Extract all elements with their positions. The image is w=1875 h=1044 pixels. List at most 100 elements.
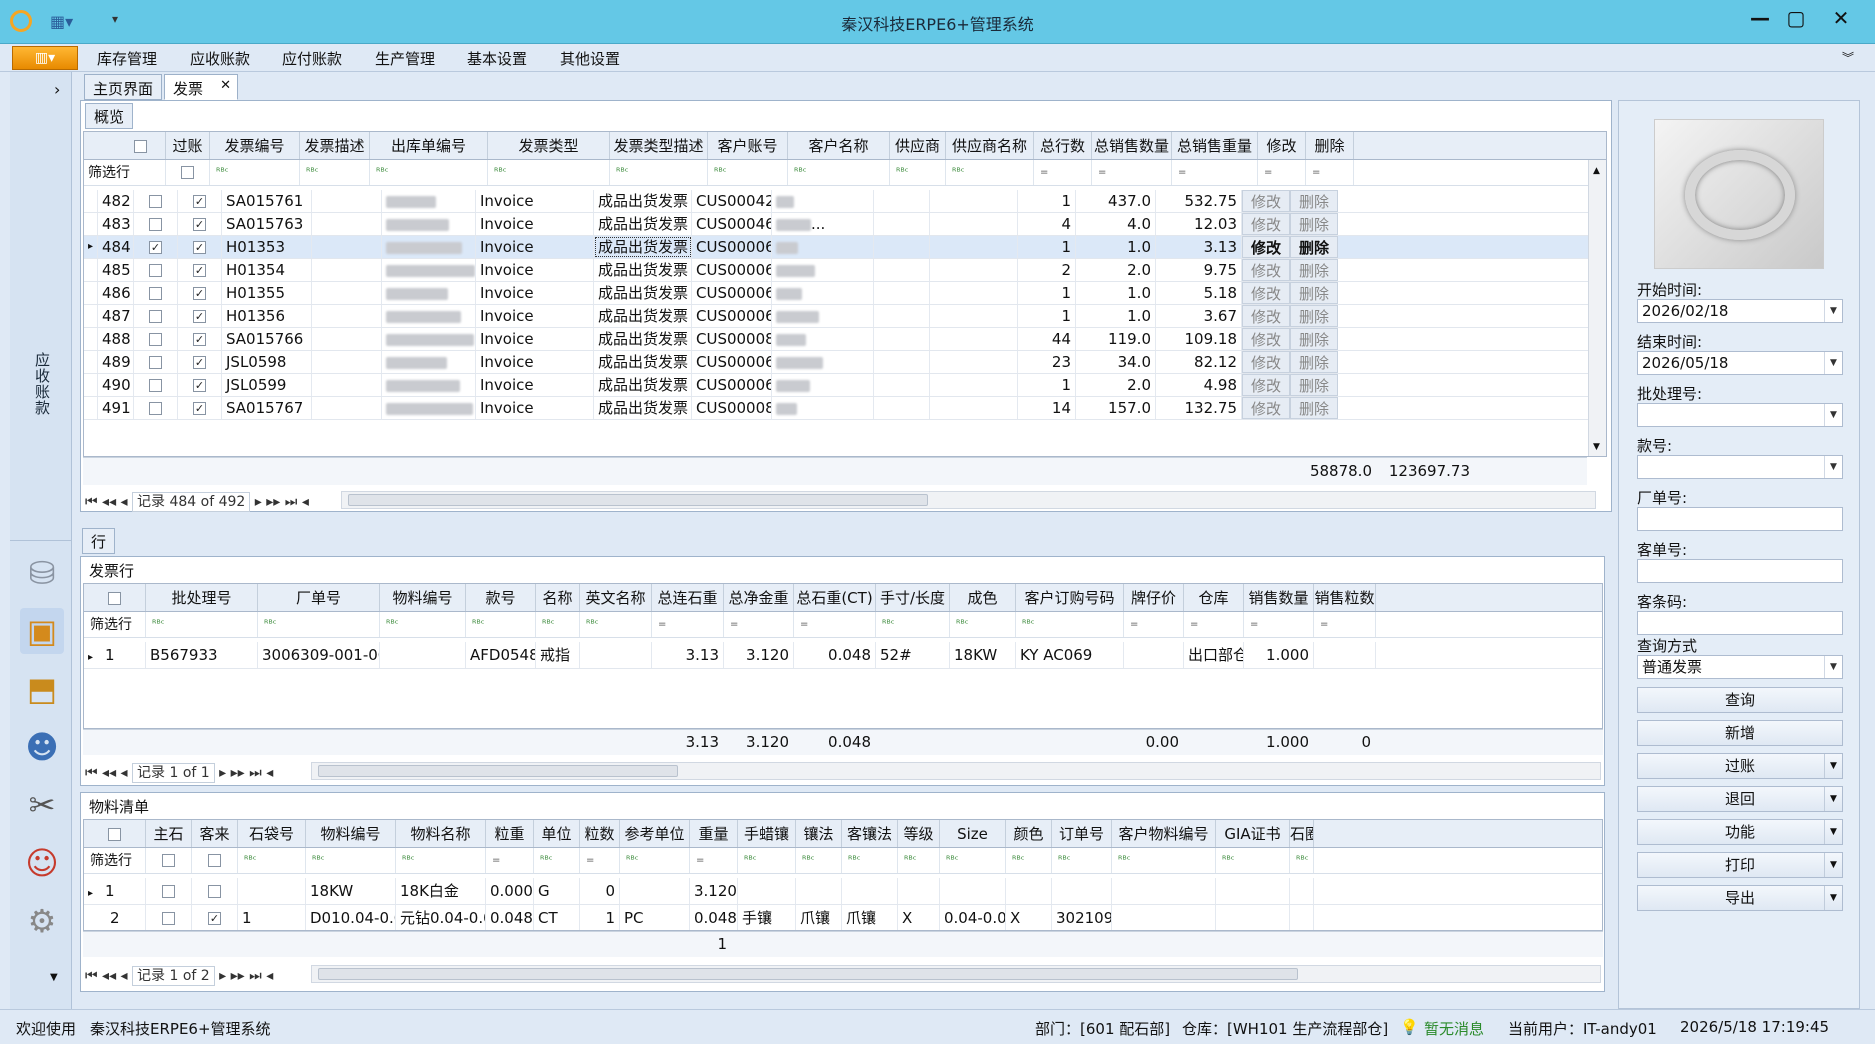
posted-cell[interactable]: ✓	[178, 305, 222, 327]
batch-no-select[interactable]: ▼	[1637, 403, 1843, 427]
customer-supplied-checkbox[interactable]	[208, 885, 221, 898]
posted-cell[interactable]: ✓	[178, 190, 222, 212]
posted-checkbox[interactable]: ✓	[193, 402, 206, 415]
select-all-checkbox[interactable]	[108, 828, 121, 841]
new-button[interactable]: 新增	[1637, 720, 1843, 746]
invoice-lines-navigator[interactable]: ⏮ ◂◂ ◂ 记录 1 of 1 ▸ ▸▸ ⏭ ◂	[85, 762, 273, 783]
tab-home[interactable]: 主页界面	[84, 74, 162, 100]
filter-cell[interactable]: ᴿᴮᶜ	[534, 848, 580, 873]
filter-cell[interactable]: ᴿᴮᶜ	[1216, 848, 1290, 873]
filter-cell[interactable]: =	[652, 612, 724, 637]
select-cell[interactable]	[134, 397, 178, 419]
delete-button[interactable]: 删除	[1290, 236, 1338, 258]
filter-cell[interactable]: =	[1092, 160, 1172, 185]
table-row[interactable]: ▸ 1 18KW 18K白金 0.000 G 0 3.120	[84, 878, 1602, 905]
filter-cell[interactable]: ᴿᴮᶜ	[1052, 848, 1112, 873]
posted-checkbox[interactable]: ✓	[193, 379, 206, 392]
filter-cell[interactable]: =	[1124, 612, 1184, 637]
chevron-down-icon[interactable]: ▼	[1824, 300, 1842, 322]
select-all-checkbox[interactable]	[134, 140, 147, 153]
bom-hscroll[interactable]	[311, 965, 1601, 983]
posted-checkbox[interactable]: ✓	[193, 356, 206, 369]
close-button[interactable]: ✕	[1818, 4, 1864, 34]
filter-cell[interactable]: ᴿᴮᶜ	[300, 160, 370, 185]
filter-cell[interactable]: ᴿᴮᶜ	[708, 160, 788, 185]
table-row[interactable]: ▸484 ✓ ✓ H01353 Invoice成品出货发票CUS000060 11.03.…	[84, 236, 1588, 259]
filter-cell[interactable]: ᴿᴮᶜ	[306, 848, 396, 873]
filter-cell[interactable]: ᴿᴮᶜ	[842, 848, 898, 873]
invoice-lines-filter-row[interactable]: 筛选行 ᴿᴮᶜ ᴿᴮᶜ ᴿᴮᶜ ᴿᴮᶜ ᴿᴮᶜ ᴿᴮᶜ = = = ᴿᴮᶜ ᴿᴮᶜ ᴿᴮᶜ = = = =	[84, 612, 1602, 638]
delete-button[interactable]: 删除	[1290, 328, 1338, 350]
column-header[interactable]	[84, 820, 146, 847]
chevron-down-icon[interactable]: ▼	[1824, 787, 1842, 811]
edit-button[interactable]: 修改	[1242, 282, 1290, 304]
row-select-checkbox[interactable]	[149, 218, 162, 231]
status-message[interactable]: 暂无消息	[1424, 1018, 1484, 1039]
main-stone-checkbox[interactable]	[162, 885, 175, 898]
filter-cell[interactable]: ᴿᴮᶜ	[620, 848, 690, 873]
filter-cell[interactable]: =	[1314, 612, 1376, 637]
filter-cell[interactable]: ᴿᴮᶜ	[466, 612, 536, 637]
users-icon[interactable]: ☺	[20, 840, 64, 886]
export-button[interactable]: 导出 ▼	[1637, 885, 1843, 911]
print-button[interactable]: 打印 ▼	[1637, 852, 1843, 878]
menu-inventory[interactable]: 库存管理	[97, 48, 157, 69]
filter-cell[interactable]: =	[724, 612, 794, 637]
package-icon[interactable]: ▣	[20, 608, 64, 654]
table-row[interactable]: 2✓1D010.04-0.08元钻0.04-0.080.048CT1PC0.04…	[84, 905, 1602, 930]
filter-cell[interactable]: ᴿᴮᶜ	[1006, 848, 1052, 873]
row-select-checkbox[interactable]	[149, 379, 162, 392]
bom-filter-row[interactable]: 筛选行 ᴿᴮᶜ ᴿᴮᶜ ᴿᴮᶜ = ᴿᴮᶜ = ᴿᴮᶜ = ᴿᴮᶜ ᴿᴮᶜ ᴿᴮᶜ ᴿᴮᶜ ᴿᴮᶜ ᴿᴮᶜ ᴿ…	[84, 848, 1602, 874]
delete-button[interactable]: 删除	[1290, 190, 1338, 212]
row-select-checkbox[interactable]: ✓	[149, 241, 162, 254]
table-row[interactable]: ▸1B5679333006309-001-0002AFD0548L戒指3.133…	[84, 642, 1602, 669]
chevron-down-icon[interactable]: ▼	[1824, 404, 1842, 426]
filter-cell[interactable]: ᴿᴮᶜ	[238, 848, 306, 873]
collapse-ribbon-icon[interactable]: ︾	[1842, 49, 1854, 66]
invoice-grid-hscroll[interactable]	[341, 491, 1596, 509]
edit-button[interactable]: 修改	[1242, 374, 1290, 396]
chevron-down-icon[interactable]: ▼	[1824, 754, 1842, 778]
table-row[interactable]: 486 ✓ H01355 Invoice成品出货发票CUS000060 11.05.18…	[84, 282, 1588, 305]
filter-cell[interactable]: =	[580, 848, 620, 873]
filter-cell[interactable]	[166, 160, 210, 185]
settings-gear-icon[interactable]: ⚙	[20, 898, 64, 944]
filter-cell[interactable]: ᴿᴮᶜ	[210, 160, 300, 185]
posted-checkbox[interactable]: ✓	[193, 264, 206, 277]
table-row[interactable]: 491 ✓ SA015767 Invoice成品出货发票CUS000088 14157.…	[84, 397, 1588, 420]
guest-no-input[interactable]	[1637, 559, 1843, 583]
filter-cell[interactable]	[192, 848, 238, 873]
invoice-lines-hscroll[interactable]	[311, 762, 1601, 780]
post-button[interactable]: 过账 ▼	[1637, 753, 1843, 779]
edit-button[interactable]: 修改	[1242, 213, 1290, 235]
select-cell[interactable]	[134, 328, 178, 350]
expand-panel-icon[interactable]: ›	[54, 80, 60, 99]
filter-cell[interactable]: ᴿᴮᶜ	[370, 160, 488, 185]
filter-cell[interactable]: ᴿᴮᶜ	[946, 160, 1034, 185]
posted-cell[interactable]: ✓	[178, 236, 222, 258]
invoice-grid-navigator[interactable]: ⏮ ◂◂ ◂ 记录 484 of 492 ▸ ▸▸ ⏭ ◂	[85, 491, 309, 512]
table-row[interactable]: 483 ✓ SA015763 Invoice成品出货发票CUS000461... 44.…	[84, 213, 1588, 236]
main-stone-checkbox[interactable]	[162, 912, 175, 925]
filter-cell[interactable]: ᴿᴮᶜ	[396, 848, 486, 873]
menu-production[interactable]: 生产管理	[375, 48, 435, 69]
menu-receivables[interactable]: 应收账款	[190, 48, 250, 69]
filter-cell[interactable]: ᴿᴮᶜ	[796, 848, 842, 873]
row-select-checkbox[interactable]	[149, 287, 162, 300]
bom-cell-cust[interactable]: ✓	[192, 905, 238, 930]
chevron-down-icon[interactable]: ▼	[1824, 820, 1842, 844]
posted-cell[interactable]: ✓	[178, 351, 222, 373]
minimize-button[interactable]: —	[1740, 4, 1780, 34]
query-button[interactable]: 查询	[1637, 687, 1843, 713]
posted-cell[interactable]: ✓	[178, 213, 222, 235]
filter-cell[interactable]: ᴿᴮᶜ	[1016, 612, 1124, 637]
posted-checkbox[interactable]: ✓	[193, 195, 206, 208]
worker-icon[interactable]: ☻	[20, 724, 64, 770]
filter-cell[interactable]: ᴿᴮᶜ	[898, 848, 940, 873]
query-mode-select[interactable]: 普通发票 ▼	[1637, 655, 1843, 679]
filter-cell[interactable]: ᴿᴮᶜ	[258, 612, 380, 637]
delete-button[interactable]: 删除	[1290, 305, 1338, 327]
delete-button[interactable]: 删除	[1290, 397, 1338, 419]
chevron-down-icon[interactable]: ▼	[1824, 456, 1842, 478]
posted-cell[interactable]: ✓	[178, 259, 222, 281]
